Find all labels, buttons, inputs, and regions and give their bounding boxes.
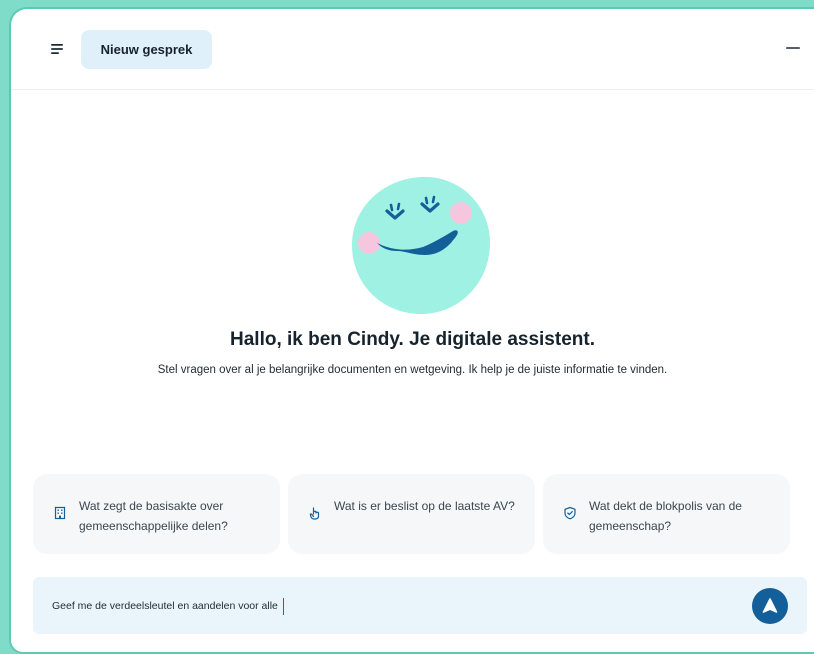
- hand-pointer-icon: [309, 507, 320, 520]
- suggestion-card-blokpolis[interactable]: Wat dekt de blokpolis van de gemeenschap…: [543, 474, 790, 554]
- header: Nieuw gesprek: [11, 9, 814, 90]
- suggestion-card-av[interactable]: Wat is er beslist op de laatste AV?: [288, 474, 535, 554]
- send-arrow-icon: [762, 598, 778, 613]
- message-input[interactable]: Geef me de verdeelsleutel en aandelen vo…: [52, 596, 284, 616]
- chat-window: Nieuw gesprek Hallo, ik ben Cindy. Je di…: [11, 9, 814, 652]
- message-composer: Geef me de verdeelsleutel en aandelen vo…: [33, 577, 807, 634]
- suggestion-list: Wat zegt de basisakte over gemeenschappe…: [33, 474, 793, 554]
- suggestion-text: Wat is er beslist op de laatste AV?: [334, 499, 515, 513]
- cindy-avatar: [351, 176, 491, 315]
- welcome-subtitle: Stel vragen over al je belangrijke docum…: [157, 364, 668, 376]
- welcome-title: Hallo, ik ben Cindy. Je digitale assiste…: [230, 329, 595, 350]
- suggestion-text: Wat zegt de basisakte over gemeenschappe…: [79, 499, 228, 533]
- shield-icon: [564, 506, 576, 520]
- menu-icon[interactable]: [49, 40, 67, 58]
- text-caret: [282, 597, 284, 615]
- suggestion-text: Wat dekt de blokpolis van de gemeenschap…: [589, 499, 742, 533]
- message-input-value: Geef me de verdeelsleutel en aandelen vo…: [52, 600, 278, 612]
- suggestion-card-basisakte[interactable]: Wat zegt de basisakte over gemeenschappe…: [33, 474, 280, 554]
- minimize-icon[interactable]: [784, 39, 802, 57]
- building-icon: [54, 506, 66, 520]
- new-chat-button[interactable]: Nieuw gesprek: [81, 30, 212, 69]
- send-button[interactable]: [752, 588, 788, 624]
